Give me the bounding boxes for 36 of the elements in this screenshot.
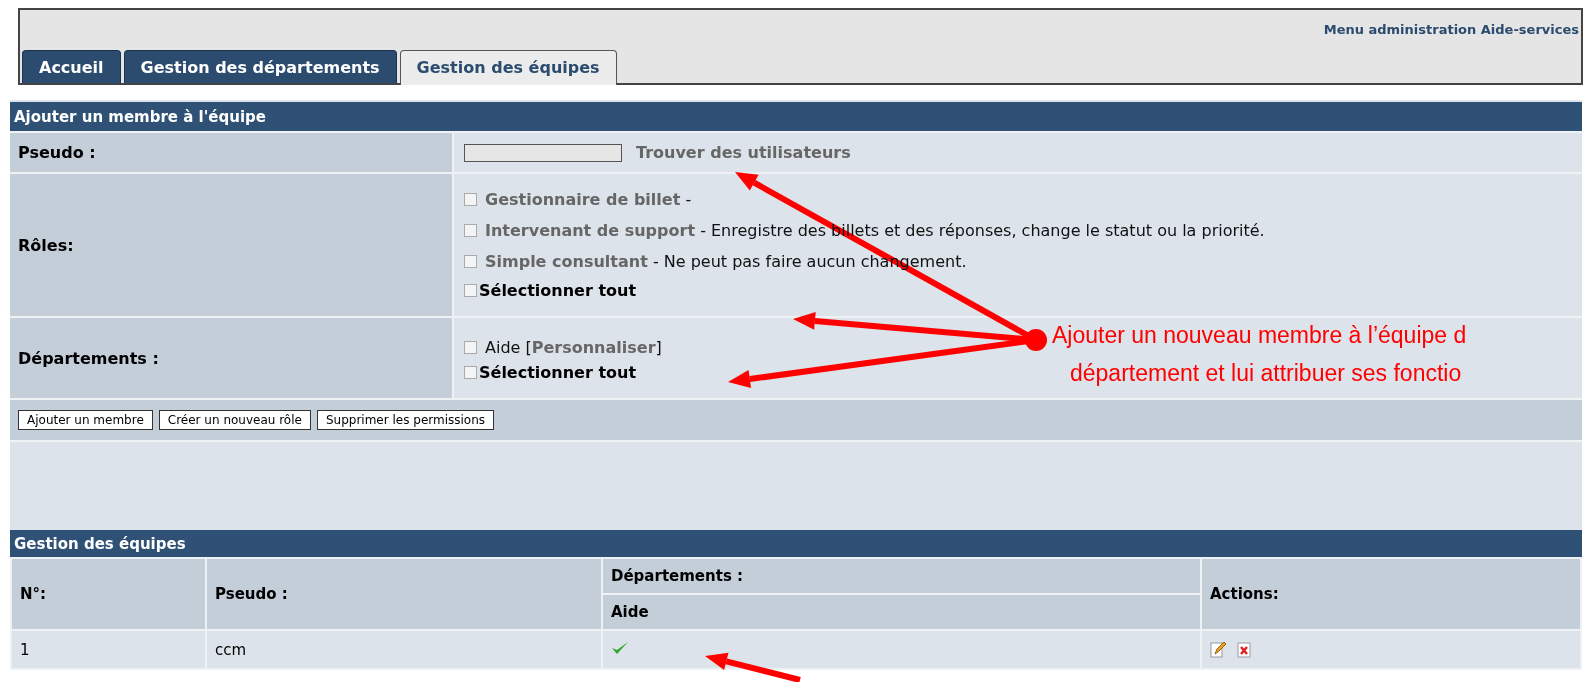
field-label: Pseudo :	[10, 133, 454, 172]
column-header: Actions:	[1201, 558, 1581, 630]
annotation-text: département et lui attribuer ses fonctio	[1070, 359, 1463, 388]
form-button[interactable]: Ajouter un membre	[18, 410, 153, 430]
checkbox[interactable]	[464, 366, 477, 379]
column-header: N°:	[11, 558, 206, 630]
form-button[interactable]: Supprimer les permissions	[316, 410, 495, 430]
checkbox[interactable]	[464, 341, 477, 354]
checkbox[interactable]	[464, 193, 477, 206]
table-title-bar: Gestion des équipes	[10, 530, 1582, 557]
checkbox[interactable]	[464, 224, 477, 237]
find-users-link[interactable]: Trouver des utilisateurs	[636, 143, 851, 162]
tab[interactable]: Gestion des départements	[123, 50, 397, 83]
form-button[interactable]: Créer un nouveau rôle	[158, 410, 311, 430]
menu-title: Menu administration Aide-services	[1323, 21, 1580, 37]
table-cell: 1	[11, 630, 206, 669]
edit-icon[interactable]	[1210, 640, 1226, 659]
column-header: Aide	[602, 594, 1201, 630]
pseudo-input-field[interactable]	[464, 143, 622, 162]
select-all-label: Sélectionner tout	[479, 281, 637, 300]
column-header: Départements :	[602, 558, 1201, 594]
field-label: Rôles:	[10, 174, 454, 316]
delete-icon[interactable]	[1236, 640, 1253, 659]
annotation-text: Ajouter un nouveau membre à l’équipe d	[1052, 321, 1467, 350]
tab[interactable]: Accueil	[22, 50, 121, 83]
select-all-label: Sélectionner tout	[479, 363, 637, 382]
annotation-dot	[1025, 329, 1047, 351]
tab[interactable]: Gestion des équipes	[399, 50, 617, 85]
field-label: Départements :	[10, 318, 454, 398]
department-option-label: Aide [Personnaliser]	[485, 338, 662, 357]
section-title-bar: Ajouter un membre à l'équipe	[10, 100, 1582, 131]
checkbox[interactable]	[464, 255, 477, 268]
column-header: Pseudo :	[206, 558, 602, 630]
checkbox[interactable]	[464, 284, 477, 297]
table-cell: ccm	[206, 630, 602, 669]
role-option-label: Gestionnaire de billet -	[485, 190, 692, 209]
